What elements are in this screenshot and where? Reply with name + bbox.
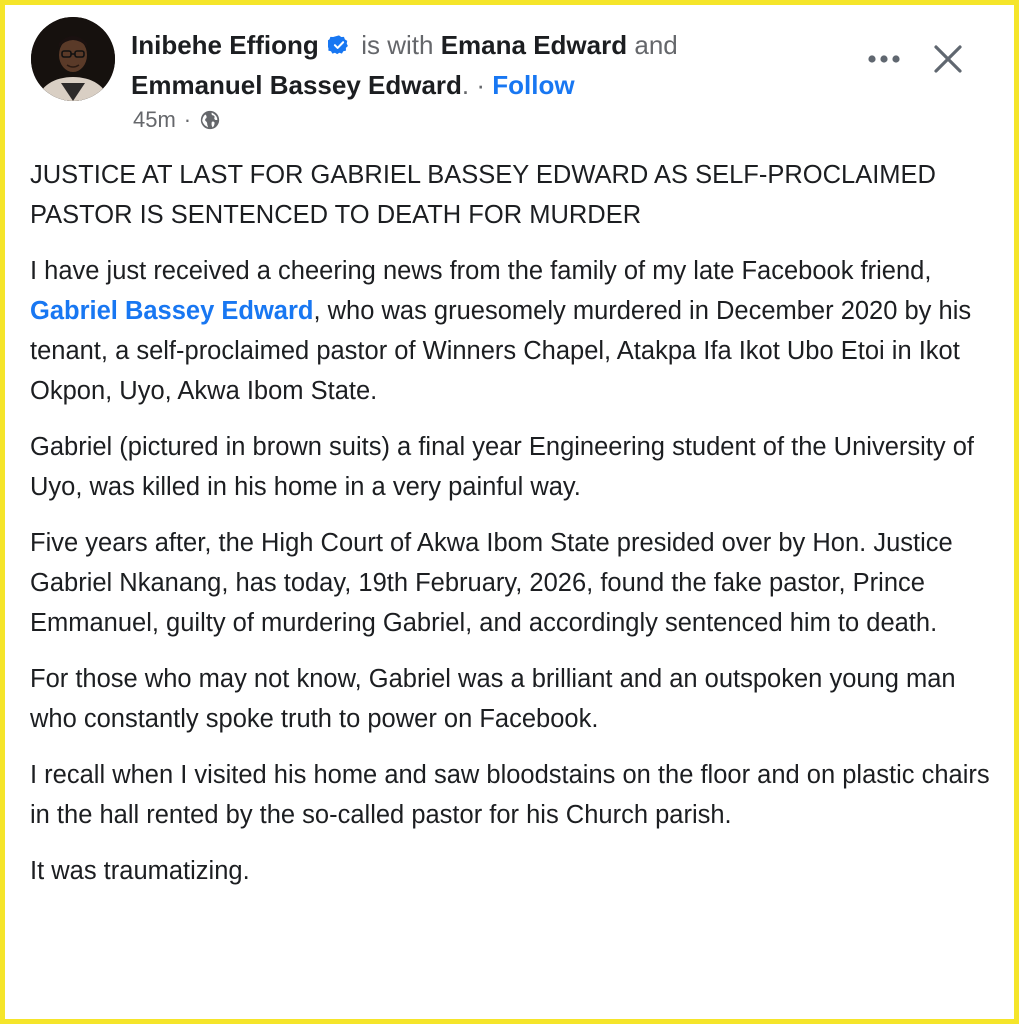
and-text: and (634, 30, 678, 60)
paragraph-5: I recall when I visited his home and saw… (30, 761, 990, 829)
mention-link[interactable]: Gabriel Bassey Edward (30, 297, 313, 325)
close-button[interactable] (926, 37, 970, 81)
paragraph-6: It was traumatizing. (30, 857, 250, 885)
paragraph-1-before: I have just received a cheering news fro… (30, 257, 932, 285)
post-frame: Inibehe Effiong is with Emana Edward and… (0, 0, 1019, 1024)
tagged-person-2[interactable]: Emmanuel Bassey Edward (131, 70, 462, 100)
paragraph-2: Gabriel (pictured in brown suits) a fina… (30, 433, 974, 501)
follow-button[interactable]: Follow (492, 70, 574, 100)
post-body: JUSTICE AT LAST FOR GABRIEL BASSEY EDWAR… (30, 155, 1002, 907)
globe-icon (200, 110, 220, 130)
tagged-person-1[interactable]: Emana Edward (441, 30, 627, 60)
more-options-icon (868, 55, 900, 63)
avatar-image (31, 17, 115, 101)
meta-separator: · (183, 107, 192, 132)
with-text: is with (361, 30, 434, 60)
post-meta: 45m · (133, 107, 221, 133)
author-avatar[interactable] (31, 17, 115, 101)
period-text: . (461, 70, 470, 100)
post-headline: JUSTICE AT LAST FOR GABRIEL BASSEY EDWAR… (30, 161, 936, 229)
more-options-button[interactable] (862, 41, 906, 77)
verified-badge-icon (328, 35, 348, 55)
author-name[interactable]: Inibehe Effiong (131, 30, 319, 60)
post-header: Inibehe Effiong is with Emana Edward and… (31, 17, 990, 142)
post-timestamp[interactable]: 45m (133, 107, 176, 133)
paragraph-3: Five years after, the High Court of Akwa… (30, 529, 953, 637)
author-line: Inibehe Effiong is with Emana Edward and… (131, 25, 851, 105)
paragraph-4: For those who may not know, Gabriel was … (30, 665, 956, 733)
paragraph-1: I have just received a cheering news fro… (30, 251, 1002, 411)
dot-separator: · (476, 70, 486, 100)
close-icon (934, 45, 962, 73)
